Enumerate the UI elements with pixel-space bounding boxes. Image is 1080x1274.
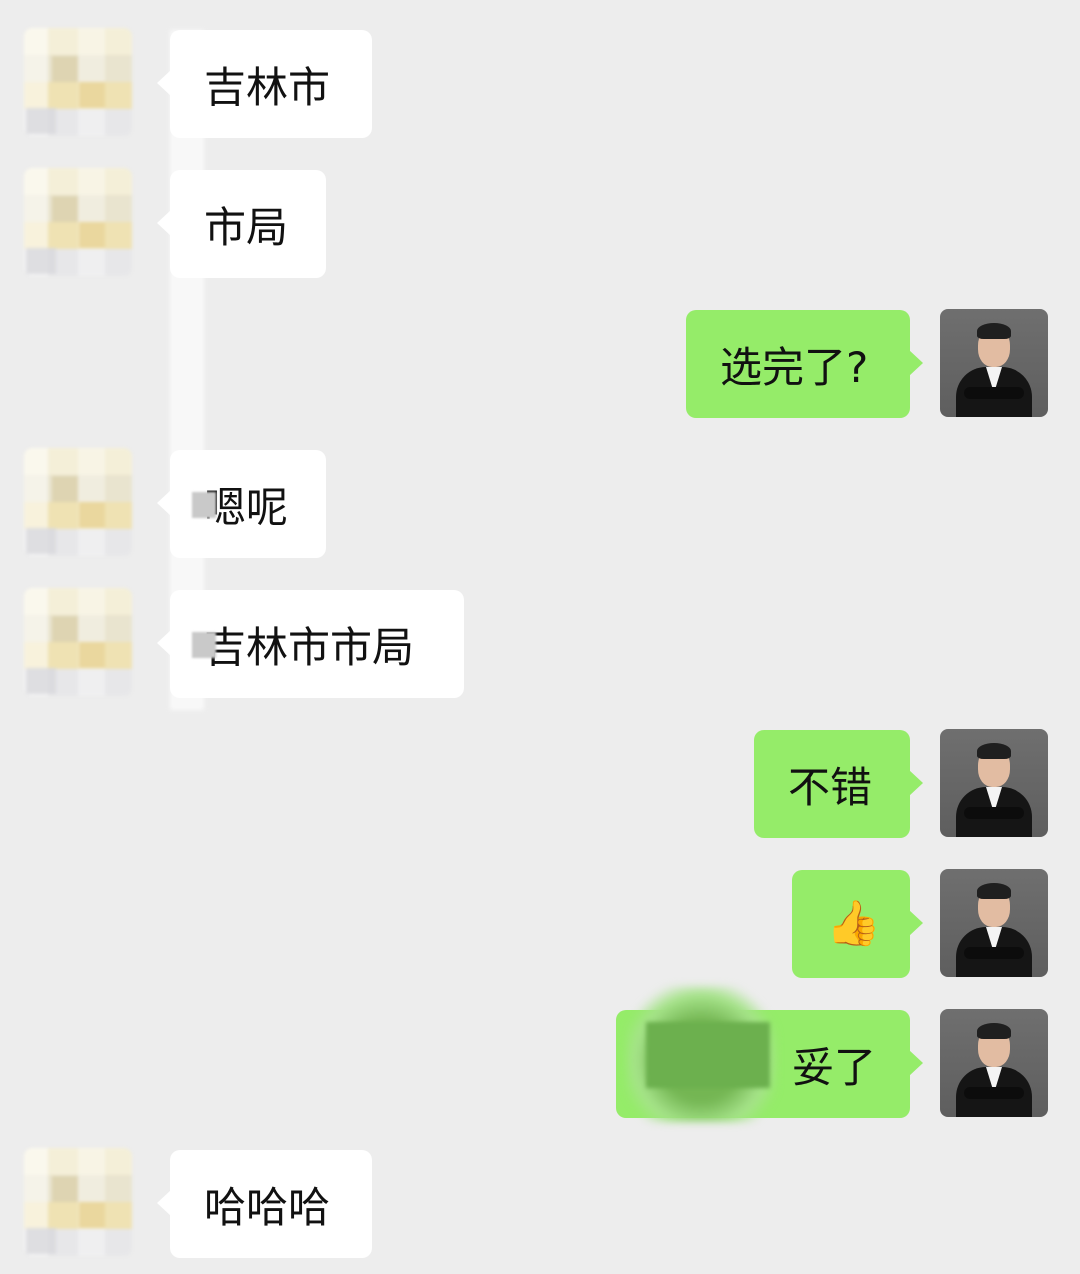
message-bubble[interactable]: 👍 — [792, 870, 923, 978]
message-text: 选完了? — [720, 342, 869, 392]
message-bubble[interactable]: 吉林市 — [157, 30, 372, 138]
message-bubble[interactable]: 不错 — [754, 730, 923, 838]
message-text: 市局 — [204, 202, 289, 252]
user-avatar[interactable] — [940, 309, 1048, 417]
message-text: 吉林市 — [204, 62, 331, 112]
user-avatar[interactable] — [940, 729, 1048, 837]
message-bubble[interactable]: 选完了? — [686, 310, 923, 418]
contact-avatar[interactable] — [24, 28, 132, 136]
contact-avatar[interactable] — [24, 588, 132, 696]
contact-avatar[interactable] — [24, 1148, 132, 1256]
message-text: 嗯呢 — [204, 482, 289, 532]
message-text: 不错 — [788, 762, 873, 812]
thumbs-up-icon: 👍 — [826, 898, 881, 949]
user-avatar[interactable] — [940, 1009, 1048, 1117]
message-text: 妥了 — [791, 1042, 876, 1092]
user-avatar[interactable] — [940, 869, 1048, 977]
censor-patch — [646, 1022, 770, 1088]
censor-patch — [192, 492, 216, 518]
contact-avatar[interactable] — [24, 448, 132, 556]
message-text: 哈哈哈 — [204, 1182, 331, 1232]
message-bubble[interactable]: 哈哈哈 — [157, 1150, 372, 1258]
message-bubble[interactable]: 市局 — [157, 170, 326, 278]
contact-avatar[interactable] — [24, 168, 132, 276]
message-text: 吉林市市局 — [204, 622, 415, 672]
censor-patch — [192, 632, 216, 658]
